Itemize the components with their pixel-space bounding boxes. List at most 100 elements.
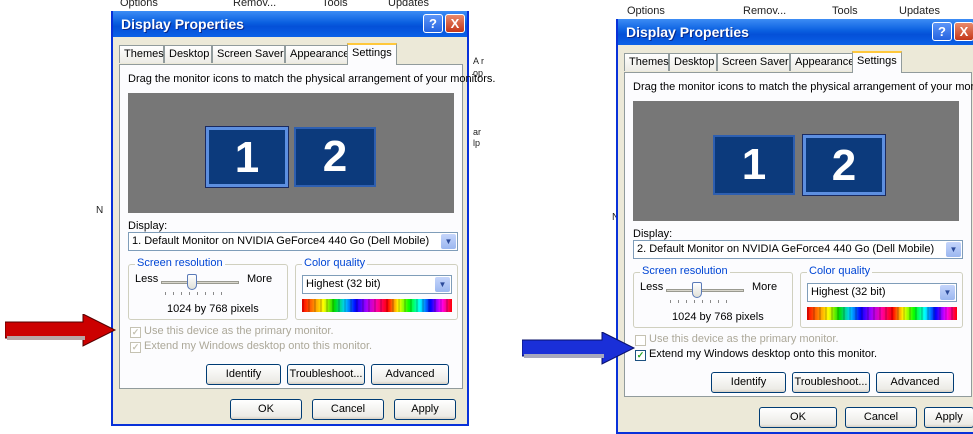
resolution-slider-thumb[interactable] xyxy=(692,282,702,298)
slider-ticks xyxy=(670,300,730,303)
cancel-button[interactable]: Cancel xyxy=(312,399,384,420)
dialog-title: Display Properties xyxy=(121,16,244,32)
extend-desktop-label: Extend my Windows desktop onto this moni… xyxy=(649,348,878,360)
troubleshoot-button[interactable]: Troubleshoot... xyxy=(287,364,365,385)
color-quality-value: Highest (32 bit) xyxy=(306,278,381,290)
resolution-value: 1024 by 768 pixels xyxy=(672,311,764,323)
color-spectrum-preview xyxy=(807,307,957,320)
tab-desktop[interactable]: Desktop xyxy=(164,45,212,63)
color-quality-group: Color quality Highest (32 bit) ▼ xyxy=(295,257,458,320)
advanced-button[interactable]: Advanced xyxy=(876,372,954,393)
settings-panel: Drag the monitor icons to match the phys… xyxy=(624,72,973,397)
identify-button[interactable]: Identify xyxy=(711,372,786,393)
less-label: Less xyxy=(135,273,159,285)
primary-monitor-checkbox[interactable]: ✓ xyxy=(130,327,141,338)
bg-side-text: ar xyxy=(473,127,482,137)
tab-settings[interactable]: Settings xyxy=(347,43,397,65)
ok-button[interactable]: OK xyxy=(759,407,837,428)
display-select[interactable]: 1. Default Monitor on NVIDIA GeForce4 44… xyxy=(128,232,458,251)
bg-menu-updates: Updates xyxy=(388,0,429,9)
color-quality-group: Color quality Highest (32 bit) ▼ xyxy=(800,265,963,328)
tab-screen-saver[interactable]: Screen Saver xyxy=(717,53,790,71)
screen-resolution-label: Screen resolution xyxy=(640,265,730,277)
close-icon: X xyxy=(959,24,969,39)
bg-side-text: A r xyxy=(473,56,485,66)
instruction-text: Drag the monitor icons to match the phys… xyxy=(128,73,496,85)
tab-themes[interactable]: Themes xyxy=(119,45,164,63)
apply-button[interactable]: Apply xyxy=(924,407,973,428)
advanced-button[interactable]: Advanced xyxy=(371,364,449,385)
monitor-2-icon[interactable]: 2 xyxy=(294,127,376,187)
cancel-button[interactable]: Cancel xyxy=(845,407,917,428)
close-button[interactable]: X xyxy=(445,14,465,33)
tab-themes[interactable]: Themes xyxy=(624,53,669,71)
monitor-1-icon[interactable]: 1 xyxy=(205,126,289,188)
bg-side-text: lp xyxy=(473,138,481,148)
title-bar[interactable]: Display Properties ? X xyxy=(618,19,973,45)
more-label: More xyxy=(752,281,778,293)
screen-resolution-group: Screen resolution Less More 1024 by 768 … xyxy=(633,265,793,328)
chevron-down-icon: ▼ xyxy=(435,277,450,292)
bg-menu-remove: Remov... xyxy=(743,5,787,17)
monitor-1-icon[interactable]: 1 xyxy=(713,135,795,195)
extend-desktop-label: Extend my Windows desktop onto this moni… xyxy=(144,340,373,352)
settings-panel: Drag the monitor icons to match the phys… xyxy=(119,64,495,389)
resolution-slider-track[interactable] xyxy=(666,289,744,292)
close-icon: X xyxy=(450,16,460,31)
less-label: Less xyxy=(640,281,664,293)
display-select[interactable]: 2. Default Monitor on NVIDIA GeForce4 44… xyxy=(633,240,963,259)
chevron-down-icon: ▼ xyxy=(940,285,955,300)
screen-resolution-label: Screen resolution xyxy=(135,257,225,269)
color-spectrum-preview xyxy=(302,299,452,312)
primary-monitor-checkbox[interactable] xyxy=(635,335,646,346)
display-label: Display: xyxy=(633,228,673,240)
chevron-down-icon: ▼ xyxy=(946,242,961,257)
slider-ticks xyxy=(165,292,225,295)
color-quality-label: Color quality xyxy=(807,265,873,277)
tab-desktop[interactable]: Desktop xyxy=(669,53,717,71)
monitor-arrangement-area: 1 2 xyxy=(128,93,454,213)
help-icon: ? xyxy=(429,16,437,31)
bg-menu-remove: Remov... xyxy=(233,0,277,9)
bg-menu-options: Options xyxy=(627,5,665,17)
bg-side-text: N xyxy=(96,205,104,216)
display-properties-dialog: Display Properties ? X Themes Desktop Sc… xyxy=(111,11,495,426)
tab-appearance[interactable]: Appearance xyxy=(790,53,854,71)
display-select-value: 1. Default Monitor on NVIDIA GeForce4 44… xyxy=(132,235,430,247)
apply-button[interactable]: Apply xyxy=(394,399,456,420)
tab-screen-saver[interactable]: Screen Saver xyxy=(212,45,285,63)
ok-button[interactable]: OK xyxy=(230,399,302,420)
primary-monitor-label: Use this device as the primary monitor. xyxy=(144,325,334,337)
troubleshoot-button[interactable]: Troubleshoot... xyxy=(792,372,870,393)
monitor-2-icon[interactable]: 2 xyxy=(802,134,886,196)
primary-monitor-label: Use this device as the primary monitor. xyxy=(649,333,839,345)
title-bar[interactable]: Display Properties ? X xyxy=(113,11,467,37)
dialog-title: Display Properties xyxy=(626,24,749,40)
more-label: More xyxy=(247,273,273,285)
screen-resolution-group: Screen resolution Less More 1024 by 768 … xyxy=(128,257,288,320)
tab-settings[interactable]: Settings xyxy=(852,51,902,73)
color-quality-select[interactable]: Highest (32 bit) ▼ xyxy=(302,275,452,294)
resolution-slider-track[interactable] xyxy=(161,281,239,284)
display-select-value: 2. Default Monitor on NVIDIA GeForce4 44… xyxy=(637,243,935,255)
help-button[interactable]: ? xyxy=(423,14,443,33)
display-properties-dialog: Display Properties ? X Themes Desktop Sc… xyxy=(616,19,973,434)
chevron-down-icon: ▼ xyxy=(441,234,456,249)
resolution-slider-thumb[interactable] xyxy=(187,274,197,290)
extend-desktop-checkbox[interactable]: ✓ xyxy=(635,350,646,361)
bg-menu-options: Options xyxy=(120,0,158,9)
resolution-value: 1024 by 768 pixels xyxy=(167,303,259,315)
color-quality-value: Highest (32 bit) xyxy=(811,286,886,298)
color-quality-select[interactable]: Highest (32 bit) ▼ xyxy=(807,283,957,302)
tab-appearance[interactable]: Appearance xyxy=(285,45,349,63)
monitor-arrangement-area: 1 2 xyxy=(633,101,959,221)
color-quality-label: Color quality xyxy=(302,257,368,269)
identify-button[interactable]: Identify xyxy=(206,364,281,385)
instruction-text: Drag the monitor icons to match the phys… xyxy=(633,81,973,93)
close-button[interactable]: X xyxy=(954,22,973,41)
extend-desktop-checkbox[interactable]: ✓ xyxy=(130,342,141,353)
bg-menu-tools: Tools xyxy=(832,5,858,17)
help-button[interactable]: ? xyxy=(932,22,952,41)
red-arrow-annotation xyxy=(5,314,117,347)
display-label: Display: xyxy=(128,220,168,232)
